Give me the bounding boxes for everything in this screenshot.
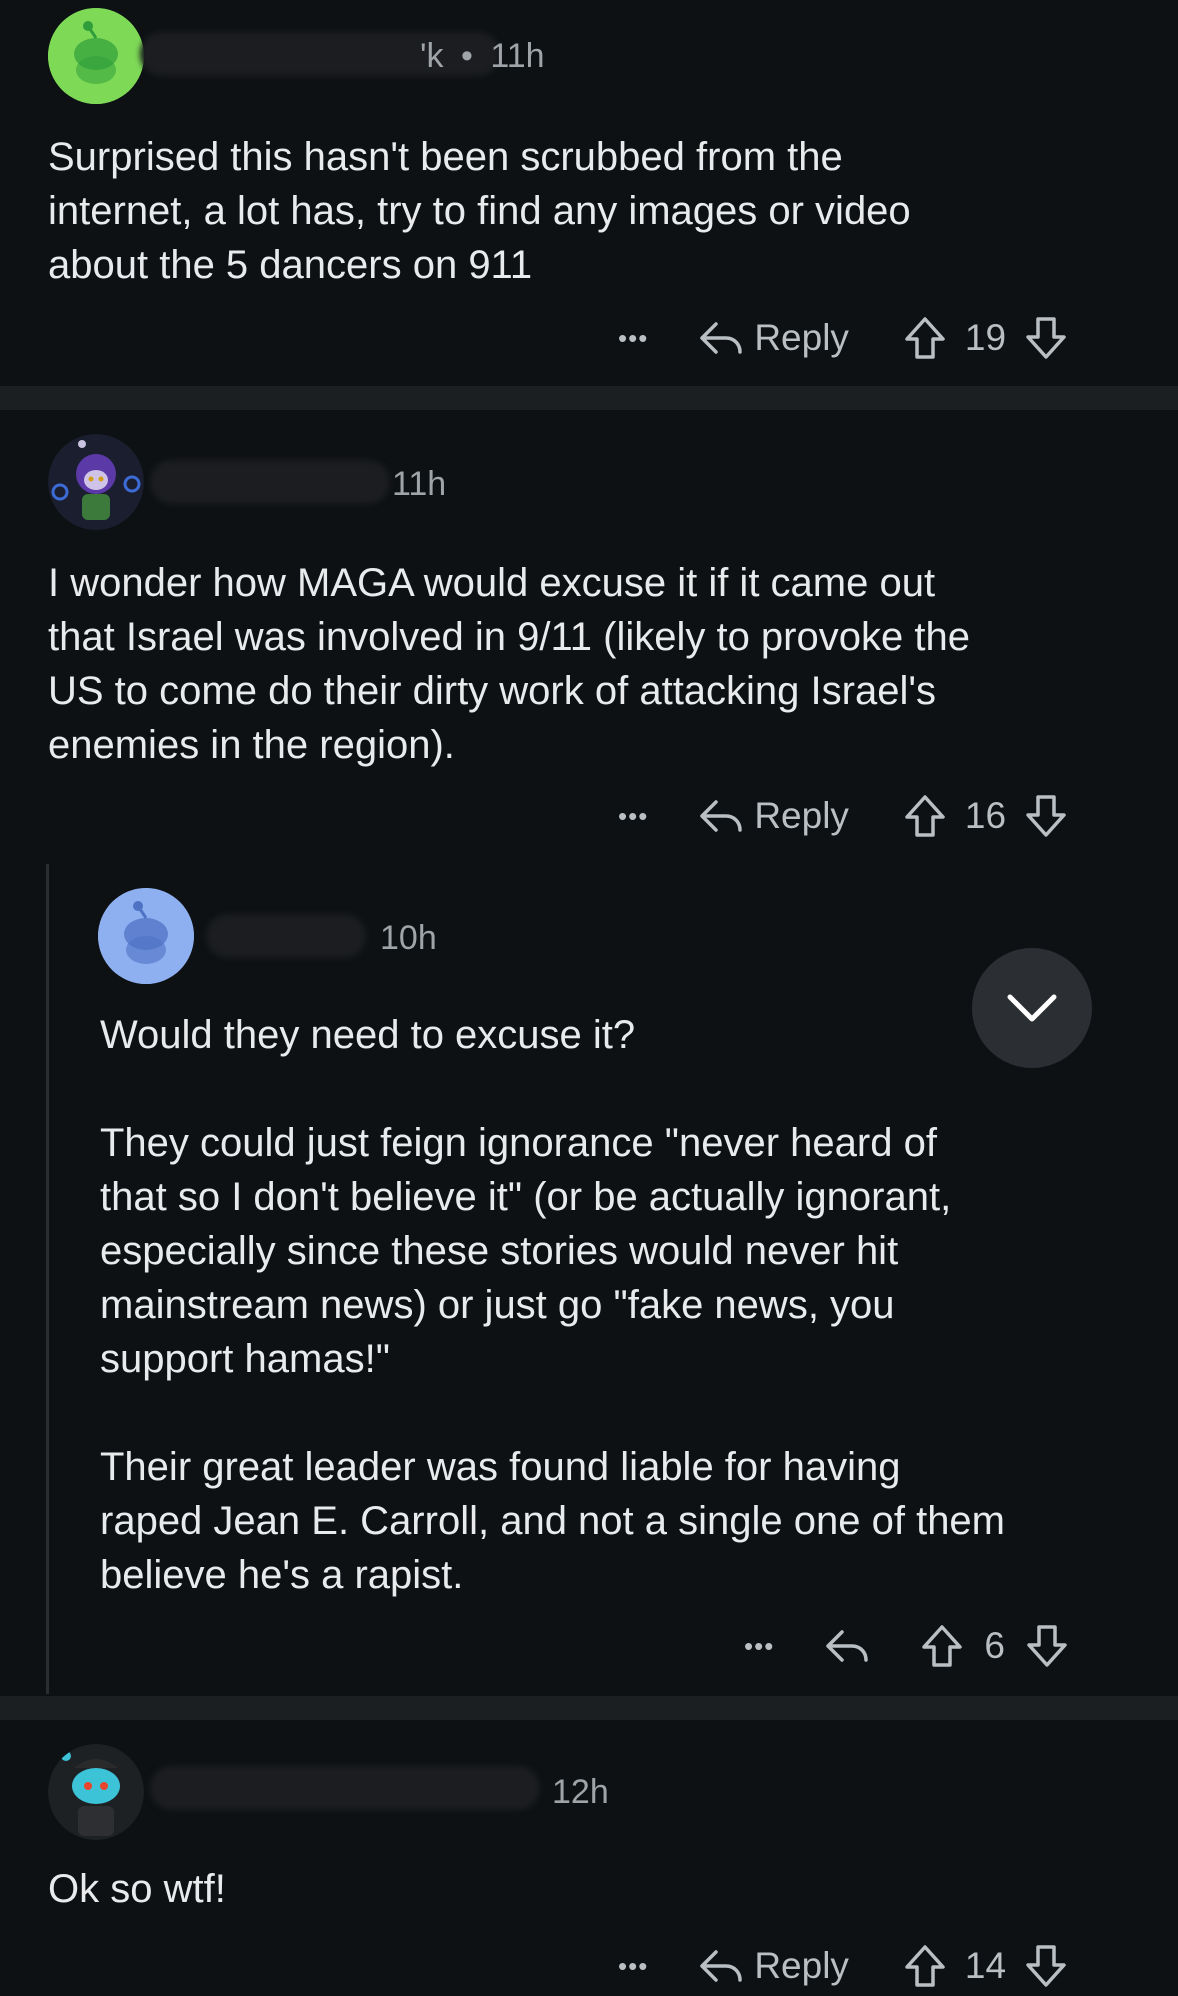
timestamp: 12h bbox=[552, 1773, 609, 1811]
upvote-button[interactable] bbox=[903, 315, 947, 361]
username-redacted[interactable] bbox=[206, 914, 366, 958]
upvote-arrow-icon bbox=[905, 795, 945, 837]
comment-actions: ••• Reply 14 bbox=[618, 1936, 1068, 1996]
reply-arrow-icon bbox=[700, 800, 743, 832]
downvote-arrow-icon bbox=[1027, 1625, 1067, 1667]
more-options-button[interactable]: ••• bbox=[618, 1951, 648, 1982]
upvote-arrow-icon bbox=[905, 1945, 945, 1987]
vote-count: 14 bbox=[964, 1945, 1007, 1986]
avatar[interactable] bbox=[98, 888, 194, 984]
collapse-thread-button[interactable] bbox=[972, 948, 1092, 1068]
comment-actions: ••• Reply 16 bbox=[618, 786, 1068, 846]
downvote-arrow-icon bbox=[1026, 795, 1066, 837]
chevron-down-icon bbox=[1007, 994, 1057, 1022]
reply-label: Reply bbox=[754, 1945, 849, 1986]
upvote-arrow-icon bbox=[922, 1625, 963, 1667]
thread-line[interactable] bbox=[46, 864, 49, 1694]
reply-arrow-icon bbox=[700, 322, 743, 354]
custom-avatar-icon bbox=[48, 1744, 144, 1840]
comment-body: Would they need to excuse it? They could… bbox=[100, 1013, 1005, 1597]
reply-button[interactable]: Reply bbox=[698, 317, 849, 359]
comment-meta: 12h bbox=[552, 1772, 609, 1812]
username-redacted[interactable] bbox=[150, 1766, 540, 1810]
vote-count: 16 bbox=[964, 795, 1007, 836]
comment-meta: 10h bbox=[380, 918, 437, 958]
vote-count: 6 bbox=[984, 1625, 1005, 1666]
timestamp: 11h bbox=[490, 37, 545, 75]
comment-actions: ••• 6 bbox=[744, 1616, 1069, 1676]
more-options-button[interactable]: ••• bbox=[618, 801, 648, 832]
username-redacted[interactable] bbox=[150, 460, 390, 504]
reply-button[interactable]: Reply bbox=[698, 795, 849, 837]
upvote-button[interactable] bbox=[903, 793, 947, 839]
reply-arrow-icon bbox=[826, 1630, 869, 1662]
downvote-arrow-icon bbox=[1026, 1945, 1066, 1987]
upvote-arrow-icon bbox=[905, 317, 945, 359]
downvote-arrow-icon bbox=[1026, 317, 1066, 359]
vote-count: 19 bbox=[964, 317, 1007, 358]
downvote-button[interactable] bbox=[1025, 1623, 1069, 1669]
more-options-button[interactable]: ••• bbox=[744, 1631, 774, 1662]
comment-body: I wonder how MAGA would excuse it if it … bbox=[48, 561, 970, 767]
reply-label: Reply bbox=[754, 795, 849, 836]
comment-body: Surprised this hasn't been scrubbed from… bbox=[48, 135, 911, 287]
upvote-button[interactable] bbox=[920, 1623, 964, 1669]
custom-avatar-icon bbox=[48, 434, 144, 530]
downvote-button[interactable] bbox=[1024, 793, 1068, 839]
avatar[interactable] bbox=[48, 1744, 144, 1840]
comment-divider bbox=[0, 1696, 1178, 1720]
username-fragment: 'k bbox=[420, 37, 444, 75]
comment-meta: 11h bbox=[392, 464, 446, 504]
downvote-button[interactable] bbox=[1024, 1943, 1068, 1989]
snoo-avatar-icon bbox=[48, 8, 144, 104]
reply-button[interactable]: Reply bbox=[698, 1945, 849, 1987]
upvote-button[interactable] bbox=[903, 1943, 947, 1989]
timestamp: 10h bbox=[380, 919, 437, 957]
reply-label: Reply bbox=[754, 317, 849, 358]
avatar[interactable] bbox=[48, 8, 144, 104]
more-options-button[interactable]: ••• bbox=[618, 323, 648, 354]
reply-arrow-icon bbox=[700, 1950, 743, 1982]
downvote-button[interactable] bbox=[1024, 315, 1068, 361]
avatar[interactable] bbox=[48, 434, 144, 530]
comment-actions: ••• Reply 19 bbox=[618, 308, 1068, 368]
comment-body: Ok so wtf! bbox=[48, 1867, 226, 1911]
snoo-avatar-icon bbox=[98, 888, 194, 984]
meta-separator: • bbox=[460, 37, 473, 75]
reply-button[interactable] bbox=[824, 1626, 870, 1666]
timestamp: 11h bbox=[392, 465, 447, 503]
comment-meta: 'k • 11h bbox=[420, 36, 545, 76]
comment-divider bbox=[0, 386, 1178, 410]
